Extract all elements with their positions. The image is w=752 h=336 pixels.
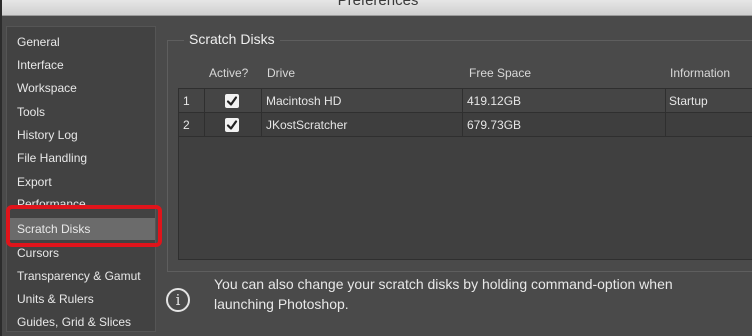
checkmark-icon [226, 96, 238, 106]
column-header-information[interactable]: Information [670, 66, 730, 80]
drive-name: JKostScratcher [266, 118, 348, 132]
active-checkbox[interactable] [225, 118, 239, 132]
sidebar-item-file-handling[interactable]: File Handling [7, 147, 155, 169]
title-bar: Preferences [2, 0, 752, 16]
window-title: Preferences [337, 0, 419, 9]
column-divider [204, 89, 205, 137]
sidebar-item-tools[interactable]: Tools [7, 101, 155, 123]
row-number: 1 [183, 94, 190, 108]
column-header-free-space[interactable]: Free Space [469, 66, 531, 80]
scratch-disks-title: Scratch Disks [184, 31, 280, 47]
sidebar-item-units-rulers[interactable]: Units & Rulers [7, 288, 155, 310]
column-divider [462, 89, 463, 137]
sidebar-item-interface[interactable]: Interface [7, 54, 155, 76]
table-row[interactable]: 2 JKostScratcher 679.73GB [179, 113, 752, 137]
sidebar-item-transparency-gamut[interactable]: Transparency & Gamut [7, 265, 155, 287]
sidebar-item-export[interactable]: Export [7, 171, 155, 193]
drive-information: Startup [669, 94, 708, 108]
info-icon: i [166, 288, 190, 312]
selection-highlight-annotation [6, 205, 162, 247]
info-note: i You can also change your scratch disks… [164, 274, 752, 324]
sidebar-item-workspace[interactable]: Workspace [7, 77, 155, 99]
column-header-active[interactable]: Active? [209, 66, 248, 80]
column-header-drive[interactable]: Drive [267, 66, 295, 80]
active-checkbox[interactable] [225, 94, 239, 108]
preferences-window: Preferences General Interface Workspace … [0, 0, 752, 336]
column-divider [261, 89, 262, 137]
sidebar-item-general[interactable]: General [7, 31, 155, 53]
row-number: 2 [183, 118, 190, 132]
free-space: 419.12GB [467, 94, 522, 108]
column-divider [665, 89, 666, 137]
free-space: 679.73GB [467, 118, 522, 132]
sidebar-item-history-log[interactable]: History Log [7, 124, 155, 146]
table-row[interactable]: 1 Macintosh HD 419.12GB Startup [179, 89, 752, 113]
checkmark-icon [226, 120, 238, 130]
sidebar: General Interface Workspace Tools Histor… [6, 26, 156, 332]
sidebar-item-guides-grid-slices[interactable]: Guides, Grid & Slices [7, 311, 155, 333]
drive-name: Macintosh HD [266, 94, 342, 108]
info-text: You can also change your scratch disks b… [214, 276, 673, 312]
scratch-disks-table: 1 Macintosh HD 419.12GB Startup 2 JKostS… [178, 88, 752, 260]
